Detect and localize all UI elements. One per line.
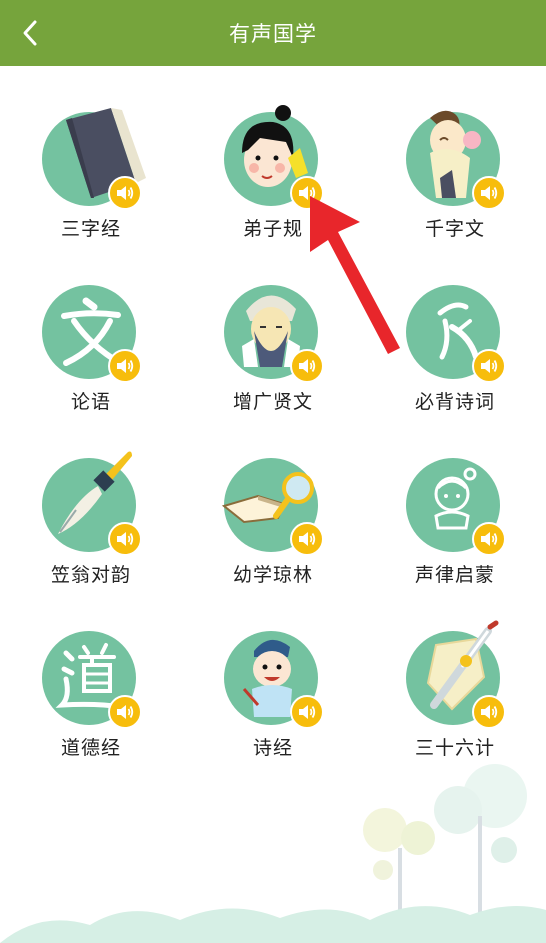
course-label: 诗经 [252, 737, 293, 759]
course-icon-wrap [400, 271, 510, 383]
course-label: 三字经 [60, 218, 121, 240]
sound-icon[interactable] [472, 176, 506, 210]
course-item-liwengduiyun[interactable]: 笠翁对韵 [0, 432, 182, 605]
sound-icon[interactable] [290, 695, 324, 729]
course-item-shenglvqimeng[interactable]: 声律启蒙 [364, 432, 546, 605]
course-label: 幼学琼林 [232, 564, 313, 586]
course-item-sanshiliuji[interactable]: 三十六计 [364, 605, 546, 778]
page-title: 有声国学 [229, 22, 317, 46]
course-icon-wrap [218, 98, 328, 210]
sound-icon[interactable] [108, 695, 142, 729]
course-icon-wrap [218, 444, 328, 556]
course-item-qianziwen[interactable]: 千字文 [364, 86, 546, 259]
course-label: 道德经 [60, 737, 121, 759]
sound-icon[interactable] [472, 695, 506, 729]
course-label: 增广贤文 [232, 391, 313, 413]
course-label: 笠翁对韵 [50, 564, 131, 586]
course-icon-wrap [400, 98, 510, 210]
sound-icon[interactable] [108, 522, 142, 556]
sound-icon[interactable] [472, 522, 506, 556]
course-icon-wrap [218, 617, 328, 729]
course-item-lunyu[interactable]: 论语 [0, 259, 182, 432]
course-item-sanzijing[interactable]: 三字经 [0, 86, 182, 259]
chevron-left-icon [23, 20, 37, 46]
course-item-youxueqionglin[interactable]: 幼学琼林 [182, 432, 364, 605]
course-label: 必背诗词 [414, 391, 495, 413]
sound-icon[interactable] [290, 176, 324, 210]
sound-icon[interactable] [290, 522, 324, 556]
back-button[interactable] [10, 12, 50, 54]
sound-icon[interactable] [108, 176, 142, 210]
course-icon-wrap [36, 617, 146, 729]
course-label: 论语 [70, 391, 111, 413]
course-icon-wrap [36, 98, 146, 210]
course-icon-wrap [218, 271, 328, 383]
sound-icon[interactable] [290, 349, 324, 383]
course-label: 千字文 [424, 218, 485, 240]
course-item-bibeishici[interactable]: 必背诗词 [364, 259, 546, 432]
course-item-zengguangxianwen[interactable]: 增广贤文 [182, 259, 364, 432]
course-grid: 三字经 弟子规 千字文 论语 增广贤文 必背诗词 笠翁对韵 幼学琼林 声律启蒙 … [0, 86, 546, 778]
course-label: 声律启蒙 [414, 564, 495, 586]
app-header: 有声国学 [0, 0, 546, 66]
course-item-dizigui[interactable]: 弟子规 [182, 86, 364, 259]
course-label: 弟子规 [242, 218, 303, 240]
course-icon-wrap [36, 444, 146, 556]
course-item-daodejing[interactable]: 道德经 [0, 605, 182, 778]
sound-icon[interactable] [472, 349, 506, 383]
course-item-shijing[interactable]: 诗经 [182, 605, 364, 778]
course-icon-wrap [400, 444, 510, 556]
app-screen: 有声国学 三字经 弟子规 千字文 论语 增广贤文 必背诗词 笠翁对韵 幼学琼林 … [0, 0, 546, 943]
course-icon-wrap [36, 271, 146, 383]
course-label: 三十六计 [414, 737, 495, 759]
course-icon-wrap [400, 617, 510, 729]
tree-scenery-decoration [0, 764, 546, 943]
sound-icon[interactable] [108, 349, 142, 383]
